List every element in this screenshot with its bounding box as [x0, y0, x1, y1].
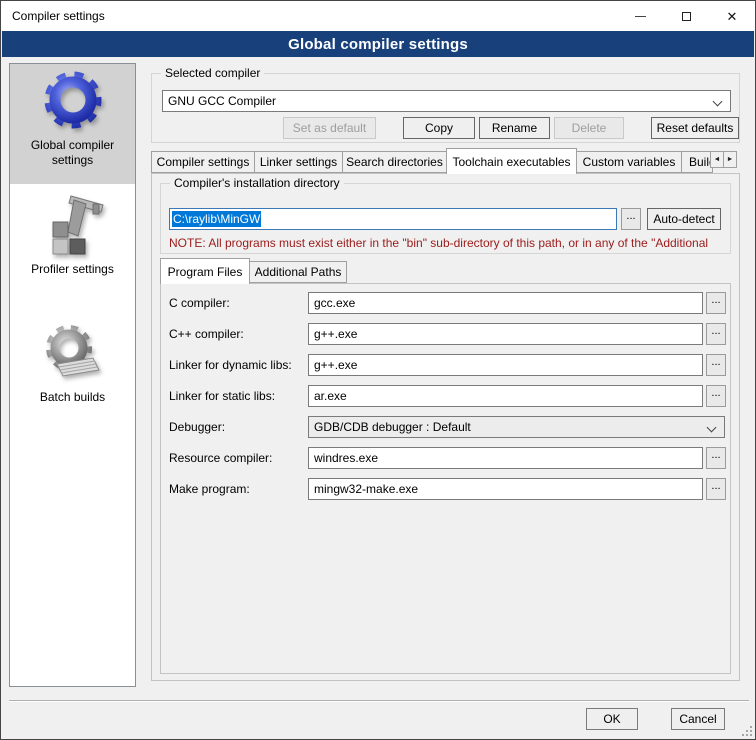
cancel-button[interactable]: Cancel — [671, 708, 725, 730]
sidebar-item-label: Batch builds — [10, 390, 135, 405]
maximize-button[interactable] — [663, 1, 709, 31]
reset-defaults-button[interactable]: Reset defaults — [651, 117, 739, 139]
compiler-select[interactable]: GNU GCC Compiler — [162, 90, 731, 112]
resource-compiler-input[interactable]: windres.exe — [308, 447, 703, 469]
sidebar-item-label: Global compiler settings — [10, 138, 135, 168]
sidebar-item-batch-builds[interactable]: Batch builds — [10, 304, 135, 424]
field-label: Linker for dynamic libs: — [169, 354, 292, 376]
tab-build-options[interactable]: Build options — [681, 151, 713, 173]
field-label: Debugger: — [169, 416, 225, 438]
dialog-heading-text: Global compiler settings — [288, 36, 468, 53]
minimize-button[interactable] — [617, 1, 663, 31]
tab-search-directories[interactable]: Search directories — [342, 151, 447, 173]
c-compiler-input[interactable]: gcc.exe — [308, 292, 703, 314]
blue-gear-icon — [41, 70, 105, 134]
installation-directory-input[interactable]: C:\raylib\MinGW — [169, 208, 617, 230]
field-value: g++.exe — [314, 358, 357, 372]
maximize-icon — [682, 12, 691, 21]
field-value: gcc.exe — [314, 296, 355, 310]
compiler-select-value: GNU GCC Compiler — [168, 94, 276, 108]
group-label: Compiler's installation directory — [170, 176, 344, 190]
field-label: C compiler: — [169, 292, 230, 314]
tab-custom-variables[interactable]: Custom variables — [576, 151, 682, 173]
cpp-compiler-input[interactable]: g++.exe — [308, 323, 703, 345]
field-value: GDB/CDB debugger : Default — [314, 420, 471, 434]
close-button[interactable]: ✕ — [709, 1, 755, 31]
sidebar-item-label: Profiler settings — [10, 262, 135, 277]
tab-scroll-left-button[interactable]: ◄ — [710, 151, 724, 168]
directory-browse-button[interactable]: ... — [621, 208, 641, 230]
subtab-additional-paths[interactable]: Additional Paths — [249, 261, 347, 283]
field-label: Linker for static libs: — [169, 385, 275, 407]
titlebar[interactable]: Compiler settings ✕ — [1, 1, 755, 31]
caliper-icon — [41, 194, 105, 258]
arrow-right-icon: ► — [727, 156, 734, 163]
resize-grip[interactable] — [740, 724, 752, 736]
row-c-compiler: C compiler: gcc.exe ... — [161, 292, 730, 314]
make-program-input[interactable]: mingw32-make.exe — [308, 478, 703, 500]
cpp-compiler-browse-button[interactable]: ... — [706, 323, 726, 345]
arrow-left-icon: ◄ — [714, 156, 721, 163]
settings-category-list: Global compiler settings Profiler settin… — [9, 63, 136, 687]
toolchain-executables-page: Compiler's installation directory C:\ray… — [151, 173, 740, 681]
row-debugger: Debugger: GDB/CDB debugger : Default — [161, 416, 730, 438]
row-resource-compiler: Resource compiler: windres.exe ... — [161, 447, 730, 469]
chevron-down-icon — [707, 423, 717, 433]
row-make-program: Make program: mingw32-make.exe ... — [161, 478, 730, 500]
set-as-default-button[interactable]: Set as default — [283, 117, 376, 139]
chevron-down-icon — [713, 97, 723, 107]
copy-button[interactable]: Copy — [403, 117, 475, 139]
linker-dynamic-browse-button[interactable]: ... — [706, 354, 726, 376]
compiler-settings-window: Compiler settings ✕ Global compiler sett… — [0, 0, 756, 740]
minimize-icon — [635, 16, 646, 17]
linker-dynamic-input[interactable]: g++.exe — [308, 354, 703, 376]
field-label: C++ compiler: — [169, 323, 244, 345]
gray-gear-stack-icon — [41, 322, 105, 386]
field-value: mingw32-make.exe — [314, 482, 418, 496]
footer-divider — [9, 700, 749, 702]
sidebar-item-global-compiler-settings[interactable]: Global compiler settings — [10, 64, 135, 184]
window-title: Compiler settings — [12, 9, 105, 23]
dialog-heading: Global compiler settings — [2, 31, 754, 57]
c-compiler-browse-button[interactable]: ... — [706, 292, 726, 314]
field-value: g++.exe — [314, 327, 357, 341]
linker-static-browse-button[interactable]: ... — [706, 385, 726, 407]
debugger-select[interactable]: GDB/CDB debugger : Default — [308, 416, 725, 438]
field-label: Resource compiler: — [169, 447, 272, 469]
tab-linker-settings[interactable]: Linker settings — [254, 151, 343, 173]
subtab-program-files[interactable]: Program Files — [160, 258, 250, 284]
tab-scroll-right-button[interactable]: ► — [723, 151, 737, 168]
row-linker-static: Linker for static libs: ar.exe ... — [161, 385, 730, 407]
installation-directory-group: Compiler's installation directory C:\ray… — [160, 183, 731, 254]
linker-static-input[interactable]: ar.exe — [308, 385, 703, 407]
tab-scroll-buttons: ◄ ► — [711, 151, 737, 168]
field-value: ar.exe — [314, 389, 347, 403]
program-files-subtabs: Program Files Additional Paths — [160, 258, 347, 283]
field-label: Make program: — [169, 478, 250, 500]
tab-toolchain-executables[interactable]: Toolchain executables — [446, 148, 577, 174]
group-label: Selected compiler — [161, 66, 264, 80]
close-icon: ✕ — [727, 10, 738, 23]
selected-text: C:\raylib\MinGW — [172, 211, 261, 227]
settings-tabstrip: Compiler settings Linker settings Search… — [151, 148, 743, 173]
row-linker-dynamic: Linker for dynamic libs: g++.exe ... — [161, 354, 730, 376]
window-controls: ✕ — [617, 1, 755, 31]
row-cpp-compiler: C++ compiler: g++.exe ... — [161, 323, 730, 345]
bin-subdirectory-note: NOTE: All programs must exist either in … — [169, 236, 725, 250]
auto-detect-button[interactable]: Auto-detect — [647, 208, 721, 230]
program-files-panel: C compiler: gcc.exe ... C++ compiler: g+… — [160, 283, 731, 674]
tab-compiler-settings[interactable]: Compiler settings — [151, 151, 255, 173]
make-program-browse-button[interactable]: ... — [706, 478, 726, 500]
selected-compiler-group: Selected compiler GNU GCC Compiler Set a… — [151, 73, 740, 143]
ok-button[interactable]: OK — [586, 708, 638, 730]
sidebar-item-profiler-settings[interactable]: Profiler settings — [10, 184, 135, 304]
rename-button[interactable]: Rename — [479, 117, 550, 139]
delete-button[interactable]: Delete — [554, 117, 624, 139]
field-value: windres.exe — [314, 451, 378, 465]
resource-compiler-browse-button[interactable]: ... — [706, 447, 726, 469]
